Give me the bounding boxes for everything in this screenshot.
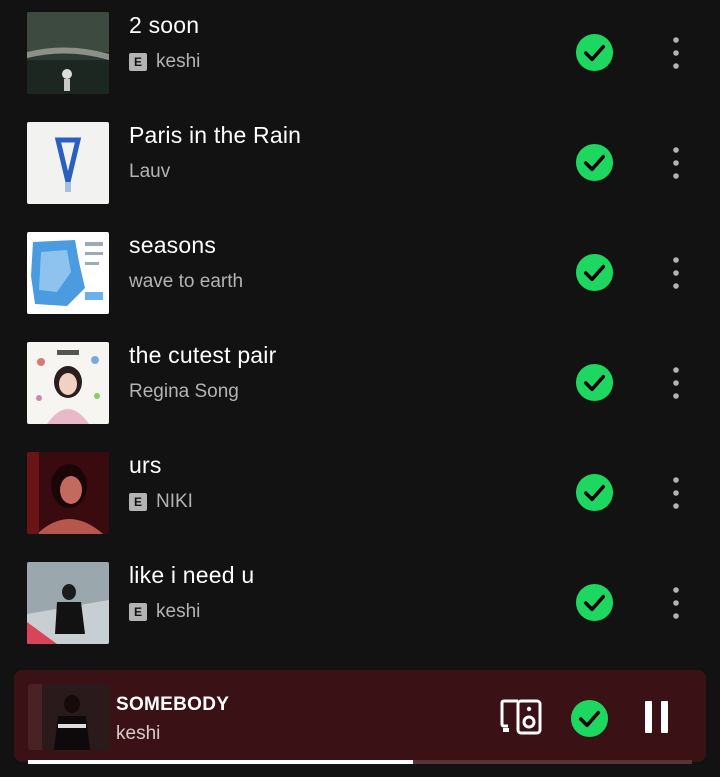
album-art <box>27 342 109 424</box>
track-row[interactable]: seasons wave to earth <box>0 220 720 330</box>
saved-check-icon[interactable] <box>575 363 614 402</box>
album-art <box>27 122 109 204</box>
more-options-icon[interactable] <box>664 366 688 400</box>
saved-check-icon[interactable] <box>575 33 614 72</box>
explicit-badge: E <box>129 53 147 71</box>
pause-icon[interactable] <box>642 701 672 733</box>
track-artist: keshi <box>156 51 201 72</box>
saved-check-icon[interactable] <box>575 143 614 182</box>
album-art <box>27 452 109 534</box>
playback-progress-fill <box>28 760 413 764</box>
explicit-badge: E <box>129 603 147 621</box>
connect-device-icon[interactable] <box>500 698 544 736</box>
track-subtitle: E keshi <box>129 600 200 624</box>
album-art <box>27 562 109 644</box>
track-artist: Lauv <box>129 161 171 182</box>
more-options-icon[interactable] <box>664 36 688 70</box>
more-options-icon[interactable] <box>664 146 688 180</box>
track-subtitle: Regina Song <box>129 380 239 404</box>
track-artist: NIKI <box>156 491 193 512</box>
more-options-icon[interactable] <box>664 476 688 510</box>
track-row[interactable]: like i need u E keshi <box>0 550 720 660</box>
track-subtitle: E NIKI <box>129 490 193 514</box>
album-art <box>27 12 109 94</box>
now-playing-album-art <box>28 684 110 750</box>
track-title: like i need u <box>129 562 255 588</box>
track-artist: wave to earth <box>129 271 244 292</box>
track-subtitle: Lauv <box>129 160 170 184</box>
saved-check-icon[interactable] <box>575 253 614 292</box>
track-title: 2 soon <box>129 12 200 38</box>
track-title: seasons <box>129 232 217 258</box>
album-art <box>27 232 109 314</box>
track-subtitle: wave to earth <box>129 270 243 294</box>
more-options-icon[interactable] <box>664 256 688 290</box>
track-title: Paris in the Rain <box>129 122 302 148</box>
track-row[interactable]: urs E NIKI <box>0 440 720 550</box>
explicit-badge: E <box>129 493 147 511</box>
track-row[interactable]: Paris in the Rain Lauv <box>0 110 720 220</box>
saved-check-icon[interactable] <box>575 583 614 622</box>
track-title: urs <box>129 452 162 478</box>
now-playing-bar[interactable]: SOMEBODY keshi <box>14 670 706 762</box>
now-playing-artist: keshi <box>116 723 161 744</box>
track-artist: Regina Song <box>129 381 239 402</box>
more-options-icon[interactable] <box>664 586 688 620</box>
track-row[interactable]: 2 soon E keshi <box>0 0 720 110</box>
track-row[interactable]: the cutest pair Regina Song <box>0 330 720 440</box>
saved-check-icon[interactable] <box>575 473 614 512</box>
track-subtitle: E keshi <box>129 50 200 74</box>
track-title: the cutest pair <box>129 342 277 368</box>
saved-check-icon[interactable] <box>570 699 609 738</box>
now-playing-title: SOMEBODY <box>116 694 230 715</box>
track-artist: keshi <box>156 601 201 622</box>
